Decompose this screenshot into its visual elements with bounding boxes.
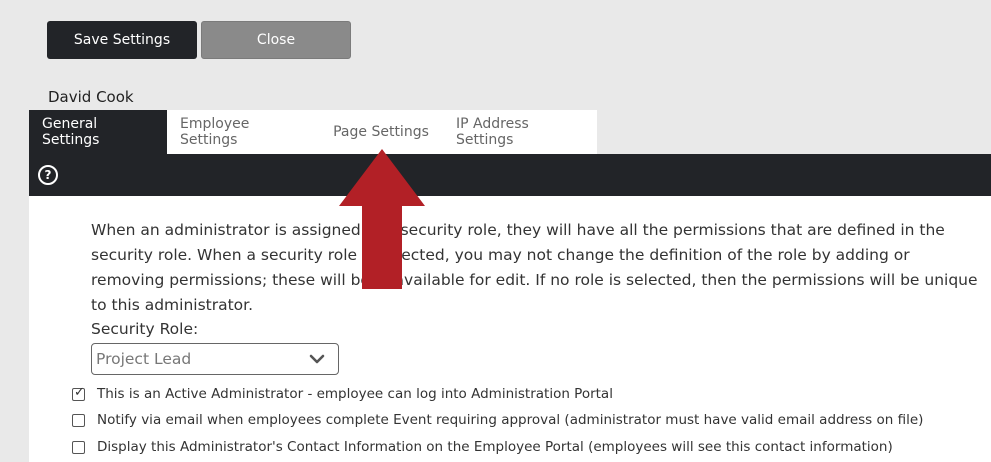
- active-admin-checkbox[interactable]: ✓: [72, 384, 85, 401]
- help-icon[interactable]: ?: [38, 165, 58, 185]
- active-admin-row: ✓ This is an Active Administrator - empl…: [72, 384, 613, 402]
- notify-email-row: Notify via email when employees complete…: [72, 412, 923, 428]
- security-role-label: Security Role:: [91, 320, 199, 338]
- tab-page-settings[interactable]: Page Settings: [319, 110, 443, 154]
- chevron-down-icon: [309, 354, 325, 364]
- display-contact-checkbox[interactable]: [72, 440, 85, 454]
- active-admin-label: This is an Active Administrator - employ…: [97, 386, 613, 402]
- user-name: David Cook: [48, 88, 134, 106]
- save-settings-button[interactable]: Save Settings: [47, 21, 197, 59]
- display-contact-label: Display this Administrator's Contact Inf…: [97, 439, 893, 455]
- tab-ip-address-settings[interactable]: IP Address Settings: [443, 110, 597, 154]
- notify-email-label: Notify via email when employees complete…: [97, 412, 924, 428]
- security-role-select[interactable]: Project Lead: [91, 343, 339, 375]
- notify-email-checkbox[interactable]: [72, 413, 85, 427]
- close-button[interactable]: Close: [201, 21, 351, 59]
- checkmark-icon: ✓: [74, 384, 85, 400]
- red-arrow-annotation: [339, 149, 425, 289]
- tab-employee-settings[interactable]: Employee Settings: [167, 110, 319, 154]
- security-role-value: Project Lead: [96, 350, 192, 368]
- tab-general-settings[interactable]: General Settings: [29, 110, 167, 154]
- general-settings-panel: When an administrator is assigned to a s…: [29, 196, 991, 462]
- settings-tabs: General Settings Employee Settings Page …: [29, 110, 597, 154]
- panel-toolbar: ?: [29, 154, 991, 196]
- display-contact-row: Display this Administrator's Contact Inf…: [72, 439, 893, 455]
- security-role-description: When an administrator is assigned to a s…: [91, 221, 978, 314]
